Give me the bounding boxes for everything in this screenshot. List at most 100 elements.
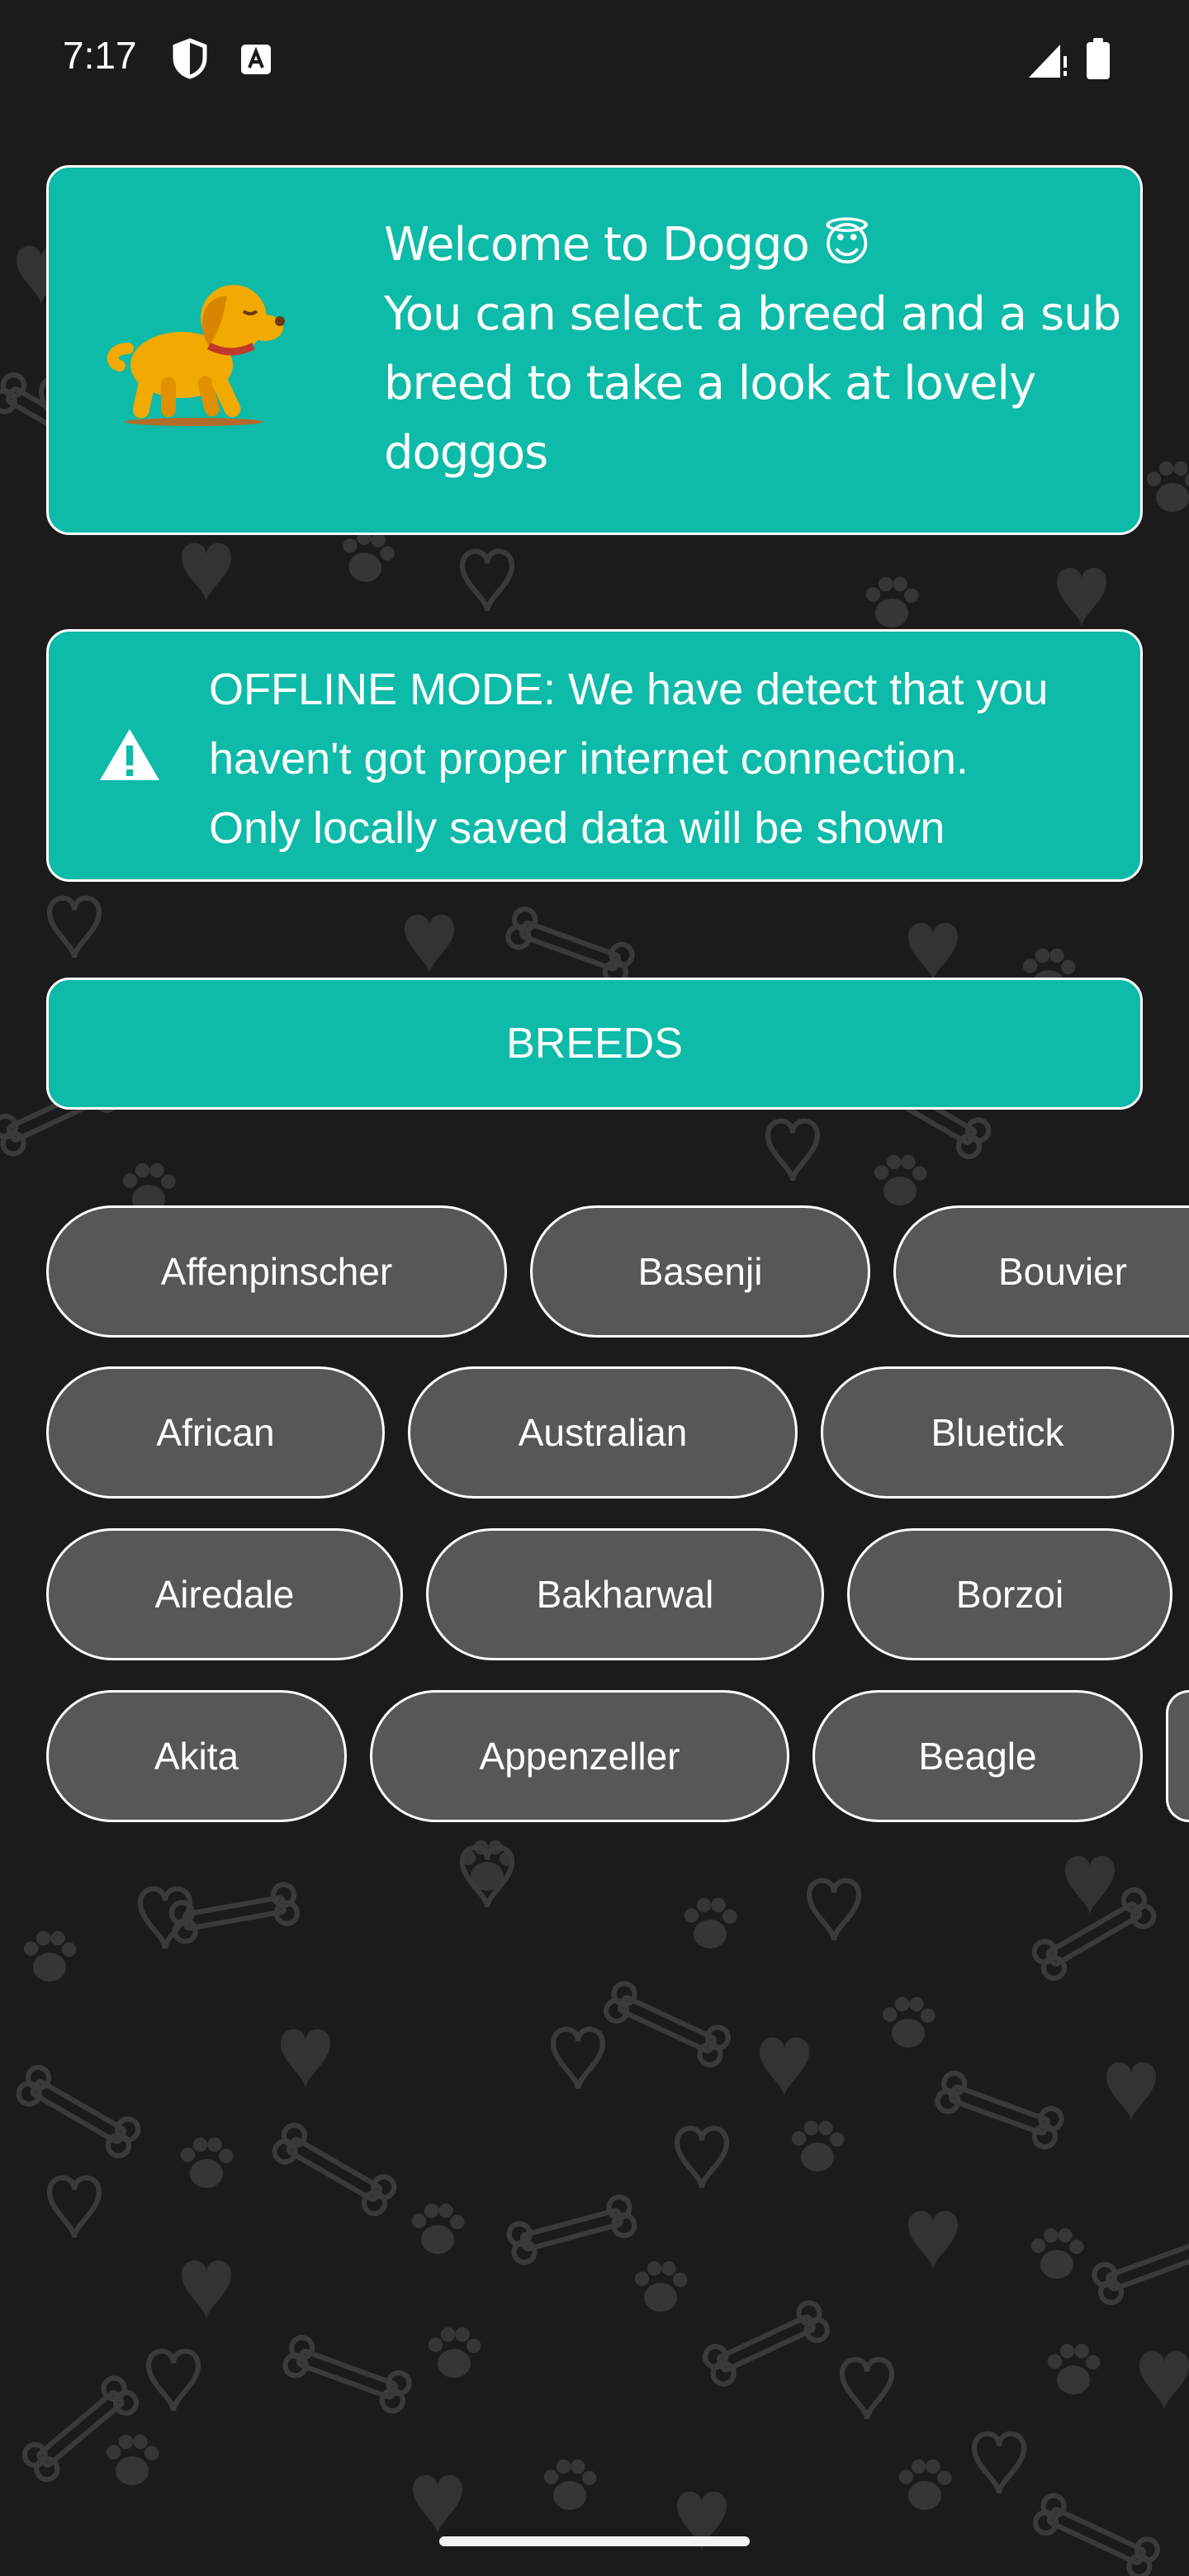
pattern-heart: [1139, 2351, 1189, 2411]
status-time: 7:17: [63, 34, 137, 77]
pattern-heart-o: [974, 2434, 1024, 2493]
breed-chip-label: Australian: [518, 1411, 688, 1454]
pattern-bone: [21, 2374, 140, 2484]
breed-chip-label: Basenji: [637, 1250, 763, 1293]
pattern-heart-o: [149, 2351, 198, 2411]
breed-chip-affenpinscher[interactable]: Affenpinscher: [46, 1205, 507, 1338]
breed-chip-appenzeller[interactable]: Appenzeller: [370, 1690, 789, 1822]
pattern-bone: [282, 2335, 412, 2414]
breed-chip-label: Appenzeller: [479, 1735, 680, 1778]
shield-icon: [173, 38, 207, 79]
pattern-heart: [1057, 567, 1106, 627]
offline-line: Only locally saved data will be shown: [209, 803, 945, 853]
pattern-paw: [337, 527, 398, 586]
welcome-title: Welcome to Doggo 😇: [384, 218, 871, 272]
offline-message: OFFLINE MODE: We have detect that you ha…: [209, 655, 1134, 863]
offline-line: haven't got proper internet connection.: [209, 734, 969, 784]
pattern-paw: [898, 2459, 952, 2510]
offline-line: OFFLINE MODE: We have detect that you: [209, 665, 1049, 714]
pattern-paw: [882, 1996, 936, 2048]
breed-chip-label: Affenpinscher: [160, 1250, 393, 1293]
status-bar: 7:17: [0, 0, 1189, 119]
pattern-heart: [413, 2474, 462, 2535]
breed-chip-label: Borzoi: [955, 1573, 1064, 1616]
pattern-heart: [405, 914, 454, 974]
pattern-heart-o: [553, 2029, 603, 2089]
warning-icon: [100, 729, 159, 780]
pattern-paw: [791, 2120, 845, 2171]
breed-chip-beagle[interactable]: Beagle: [812, 1690, 1143, 1822]
pattern-paw: [411, 2203, 465, 2254]
pattern-paw: [543, 2459, 597, 2510]
pattern-bone: [935, 2071, 1064, 2150]
welcome-line: breed to take a look at lovely: [384, 357, 1036, 410]
breed-chip-label: Beagle: [918, 1735, 1037, 1778]
pattern-heart: [908, 2210, 958, 2271]
welcome-message: Welcome to Doggo 😇 You can select a bree…: [384, 211, 1127, 488]
pattern-bone: [505, 907, 635, 986]
pattern-paw: [874, 1154, 927, 1205]
pattern-paw: [634, 2261, 688, 2312]
welcome-line: doggos: [384, 426, 548, 480]
pattern-paw: [1030, 2228, 1084, 2279]
pattern-paw: [106, 2434, 159, 2485]
breed-chip-bakharwal[interactable]: Bakharwal: [426, 1528, 824, 1660]
breed-chip-bluetick[interactable]: Bluetick: [821, 1366, 1174, 1499]
breed-chip-partial[interactable]: [1166, 1690, 1189, 1822]
pattern-bone: [1032, 2492, 1161, 2576]
breed-chip-label: Bluetick: [931, 1411, 1064, 1454]
breed-chip-label: Bakharwal: [536, 1573, 714, 1616]
pattern-heart-o: [677, 2129, 727, 2188]
navigation-handle[interactable]: [439, 2536, 750, 2546]
breed-chip-label: Akita: [154, 1735, 239, 1778]
welcome-line: You can select a breed and a sub: [384, 287, 1121, 341]
pattern-paw: [1146, 461, 1189, 512]
pattern-heart-o: [50, 898, 99, 958]
pattern-bone: [15, 2063, 142, 2159]
pattern-heart: [1106, 2062, 1156, 2122]
breed-chip-australian[interactable]: Australian: [408, 1366, 798, 1499]
pattern-heart-o: [50, 2178, 99, 2237]
pattern-heart-o: [462, 1848, 512, 1907]
pattern-heart: [182, 2260, 231, 2320]
breed-chip-label: Airedale: [154, 1573, 295, 1616]
pattern-paw: [1047, 2343, 1101, 2394]
pattern-paw: [684, 1897, 737, 1949]
pattern-bone: [170, 1883, 299, 1944]
breeds-button-label: BREEDS: [506, 1020, 683, 1068]
pattern-paw: [428, 2327, 481, 2378]
pattern-heart-o: [768, 1121, 817, 1181]
breed-chip-akita[interactable]: Akita: [46, 1690, 347, 1822]
breed-chip-label: African: [156, 1411, 275, 1454]
app-screen: 7:17 Welcome to Doggo 😇 You can select a…: [0, 0, 1189, 2576]
pattern-heart: [760, 2037, 809, 2097]
pattern-heart: [908, 922, 958, 983]
pattern-heart-o: [462, 552, 512, 611]
battery-icon: [1087, 38, 1110, 79]
pattern-heart: [182, 542, 231, 603]
pattern-paw: [461, 1840, 514, 1891]
dog-illustration: [107, 285, 285, 426]
breeds-button[interactable]: BREEDS: [46, 978, 1143, 1110]
breed-chip-label: Bouvier: [998, 1250, 1127, 1293]
font-icon: [241, 45, 271, 74]
pattern-heart: [1065, 1855, 1115, 1915]
pattern-bone: [603, 1980, 732, 2067]
offline-mode-card: OFFLINE MODE: We have detect that you ha…: [46, 629, 1143, 882]
breed-chip-bouvier[interactable]: Bouvier: [893, 1205, 1189, 1338]
pattern-paw: [23, 1930, 77, 1982]
pattern-bone: [507, 2195, 637, 2265]
pattern-heart-o: [140, 1889, 190, 1949]
pattern-bone: [1092, 2226, 1189, 2305]
breed-chip-airedale[interactable]: Airedale: [46, 1528, 403, 1660]
pattern-bone: [1030, 1886, 1158, 1982]
breed-chip-basenji[interactable]: Basenji: [530, 1205, 870, 1338]
signal-icon: [1029, 45, 1067, 78]
pattern-paw: [180, 2137, 234, 2188]
breed-chip-african[interactable]: African: [46, 1366, 385, 1499]
pattern-heart-o: [809, 1881, 859, 1940]
pattern-heart: [281, 2029, 330, 2089]
pattern-bone: [271, 2121, 398, 2217]
breed-chip-borzoi[interactable]: Borzoi: [847, 1528, 1172, 1660]
welcome-card: Welcome to Doggo 😇 You can select a bree…: [46, 165, 1143, 535]
